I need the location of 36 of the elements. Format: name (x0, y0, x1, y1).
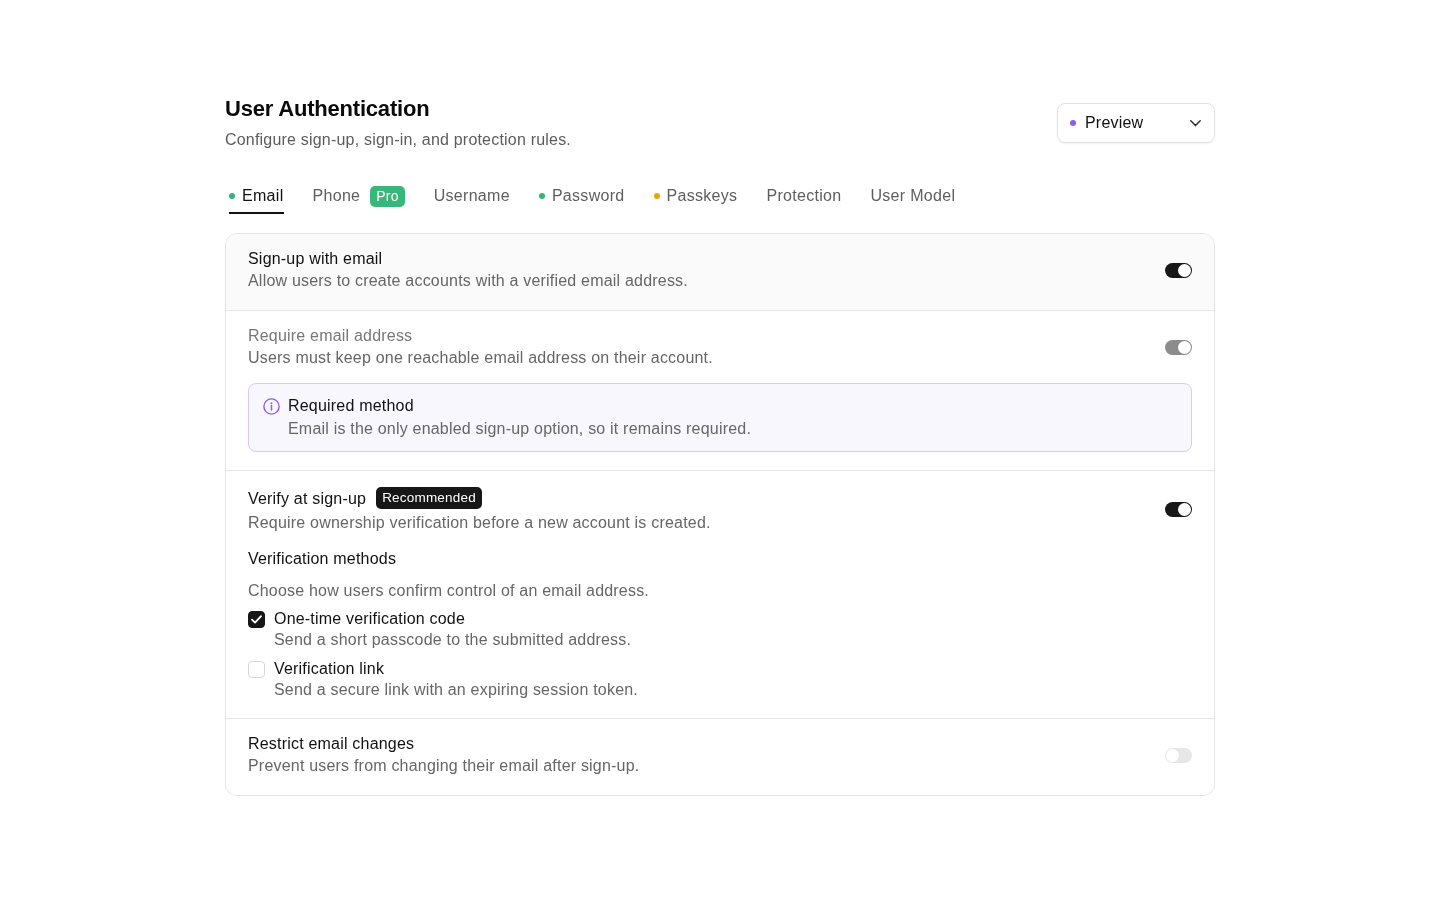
setting-description: Prevent users from changing their email after sign-up. (248, 756, 640, 776)
option-description: Send a short passcode to the submitted address. (274, 630, 633, 650)
toggle-switch[interactable] (1165, 502, 1192, 517)
tab[interactable]: Email (229, 185, 284, 214)
tab[interactable]: Protection (766, 185, 842, 214)
tab[interactable]: User Model (870, 185, 956, 214)
callout-text: Email is the only enabled sign-up option, so it remains required. (288, 419, 753, 439)
status-dot-icon (1070, 120, 1076, 126)
toggle-switch[interactable] (1165, 262, 1192, 278)
section-heading: Verification methods (248, 549, 397, 569)
setting-title: Require email address (248, 326, 413, 346)
plan-badge: Pro (370, 185, 405, 207)
setting-description: Require ownership verification before a new account is created. (248, 513, 711, 533)
tab[interactable]: Password (538, 185, 625, 214)
option-description: Send a secure link with an expiring session token. (274, 680, 638, 700)
setting-description: Allow users to create accounts with a verified email address. (248, 271, 688, 291)
tab[interactable]: Phone Pro (312, 185, 405, 214)
recommended-badge: Recommended (376, 487, 482, 509)
chevron-down-icon (1190, 119, 1201, 127)
toggle-switch[interactable] (1165, 747, 1192, 763)
environment-select[interactable]: Preview (1057, 103, 1215, 143)
setting-title: Verify at sign-up (248, 488, 367, 509)
setting-description: Users must keep one reachable email address on their account. (248, 348, 713, 368)
option-label: Verification link (274, 659, 386, 679)
page-subtitle: Configure sign-up, sign-in, and protection rules. (225, 130, 571, 150)
setting-title: Restrict email changes (248, 734, 415, 754)
page-title: User Authentication (225, 95, 430, 123)
setting-title: Sign-up with email (248, 249, 383, 269)
tab[interactable]: Passkeys (653, 185, 738, 214)
section-description: Choose how users confirm control of an email address. (248, 581, 649, 601)
callout-title: Required method (288, 396, 415, 416)
check-icon (251, 614, 262, 624)
tab[interactable]: Username (433, 185, 510, 214)
option-label: One-time verification code (274, 609, 467, 629)
info-icon (263, 397, 280, 415)
checkbox[interactable] (248, 610, 265, 628)
